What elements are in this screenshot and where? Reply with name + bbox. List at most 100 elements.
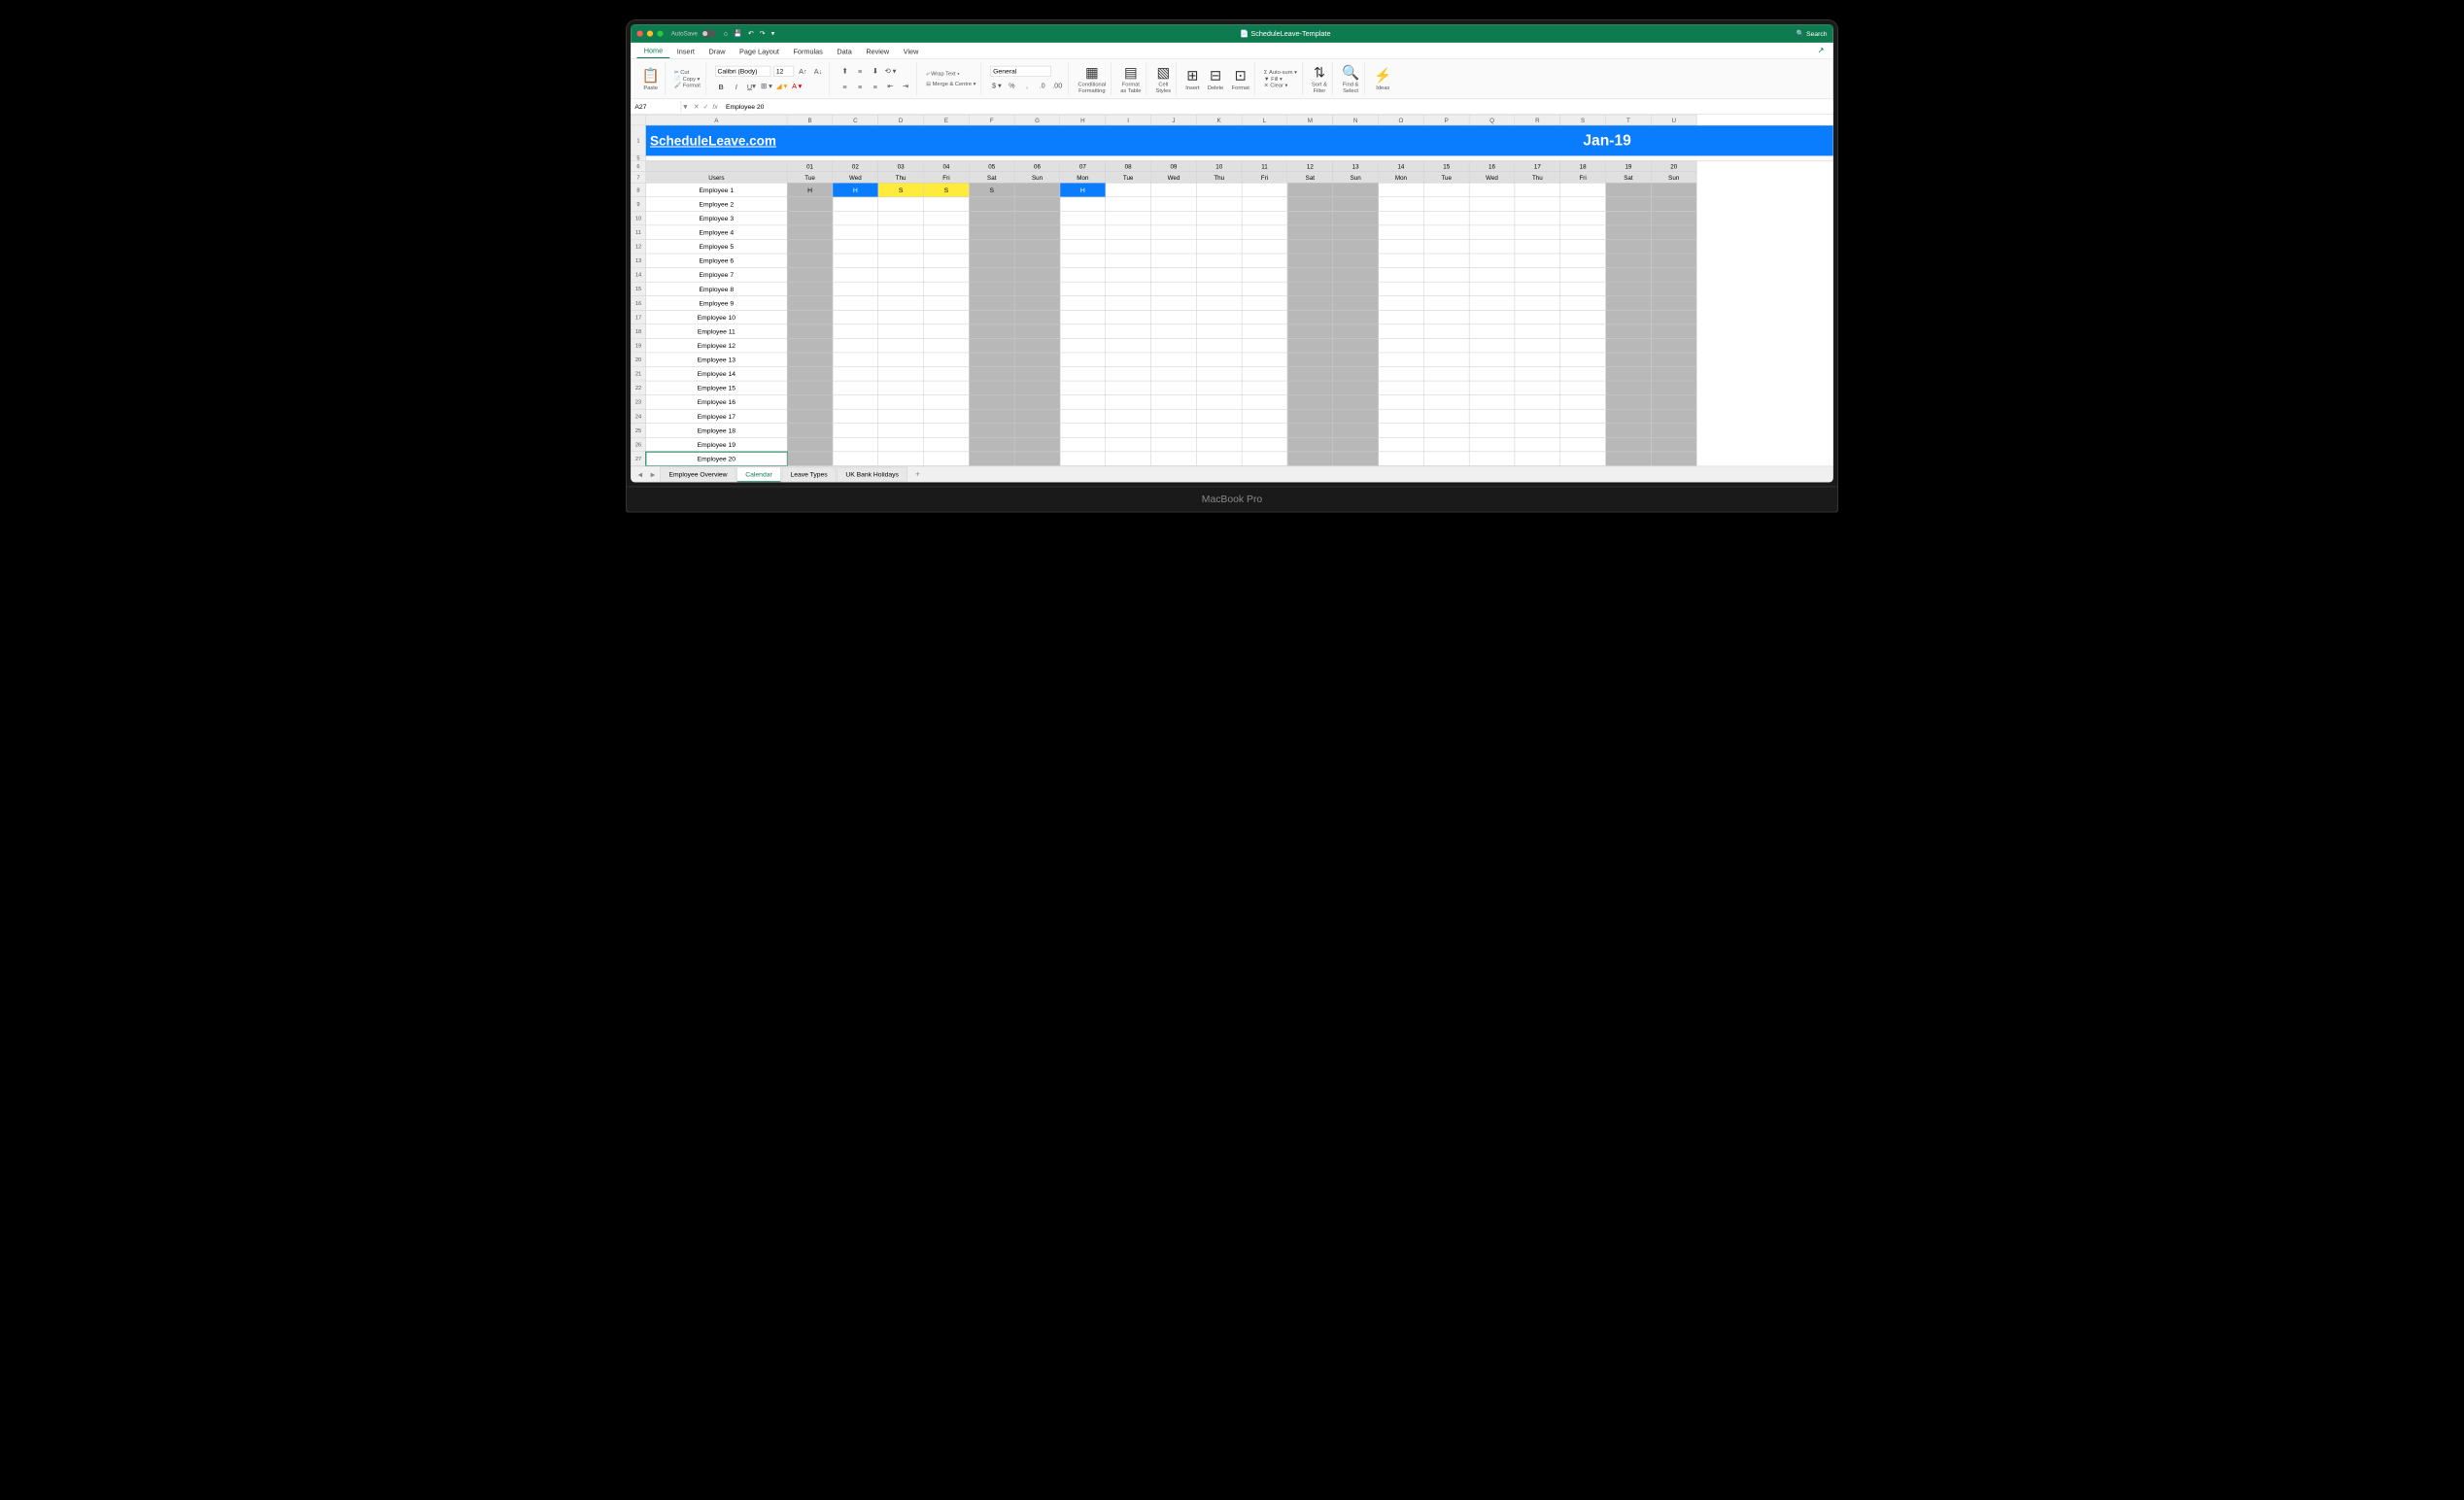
currency-icon[interactable]: $ ▾ (991, 80, 1003, 91)
copy-button[interactable]: 📄 Copy ▾ (674, 76, 701, 83)
leave-cell[interactable] (1469, 254, 1515, 268)
leave-cell[interactable] (878, 240, 924, 255)
leave-cell[interactable] (1197, 197, 1243, 212)
leave-cell[interactable] (1652, 452, 1697, 466)
leave-cell[interactable] (1333, 438, 1379, 453)
employee-name-cell[interactable]: Employee 16 (646, 395, 788, 410)
employee-name-cell[interactable]: Employee 17 (646, 409, 788, 424)
leave-cell[interactable] (1014, 353, 1060, 367)
increase-font-icon[interactable]: A↑ (797, 65, 808, 77)
leave-cell[interactable] (878, 311, 924, 325)
leave-cell[interactable] (1379, 353, 1424, 367)
leave-cell[interactable] (1469, 381, 1515, 395)
leave-cell[interactable] (1197, 254, 1243, 268)
leave-cell[interactable] (787, 452, 833, 466)
leave-cell[interactable] (1652, 311, 1697, 325)
leave-cell[interactable] (1469, 183, 1515, 197)
leave-cell[interactable] (924, 197, 970, 212)
employee-name-cell[interactable]: Employee 1 (646, 183, 788, 197)
leave-cell[interactable] (1469, 409, 1515, 424)
leave-cell[interactable] (878, 225, 924, 240)
leave-cell[interactable] (1151, 409, 1197, 424)
sheet-tab[interactable]: Employee Overview (661, 466, 736, 482)
row-header[interactable]: 10 (631, 212, 646, 226)
leave-cell[interactable] (970, 212, 1015, 226)
date-header[interactable]: 14 (1379, 161, 1424, 172)
number-format-select[interactable] (991, 66, 1051, 77)
fill-button[interactable]: ▼ Fill ▾ (1264, 76, 1283, 83)
leave-cell[interactable] (1333, 225, 1379, 240)
leave-cell[interactable] (1014, 282, 1060, 296)
leave-cell[interactable] (1287, 395, 1333, 410)
clear-button[interactable]: ✕ Clear ▾ (1264, 82, 1288, 88)
leave-cell[interactable] (1379, 197, 1424, 212)
bold-button[interactable]: B (715, 81, 727, 92)
day-header[interactable]: Thu (878, 172, 924, 183)
leave-cell[interactable] (833, 324, 878, 339)
leave-cell[interactable] (1652, 353, 1697, 367)
day-header[interactable]: Mon (1379, 172, 1424, 183)
leave-cell[interactable] (1197, 268, 1243, 283)
leave-cell[interactable] (1242, 438, 1287, 453)
leave-cell[interactable] (833, 438, 878, 453)
leave-cell[interactable] (1652, 324, 1697, 339)
column-header[interactable]: A (646, 115, 788, 125)
date-header[interactable]: 13 (1333, 161, 1379, 172)
row-header[interactable]: 17 (631, 311, 646, 325)
date-header[interactable]: 12 (1287, 161, 1333, 172)
leave-cell[interactable] (878, 268, 924, 283)
leave-cell[interactable] (924, 254, 970, 268)
leave-cell[interactable] (1515, 395, 1560, 410)
row-header[interactable]: 7 (631, 172, 646, 183)
paste-icon[interactable]: 📋 (642, 67, 660, 84)
leave-cell[interactable] (1106, 296, 1151, 311)
leave-cell[interactable] (924, 311, 970, 325)
leave-cell[interactable] (924, 282, 970, 296)
leave-cell[interactable] (1333, 452, 1379, 466)
leave-cell[interactable] (1515, 353, 1560, 367)
employee-name-cell[interactable]: Employee 11 (646, 324, 788, 339)
row-header[interactable]: 27 (631, 452, 646, 466)
employee-name-cell[interactable]: Employee 2 (646, 197, 788, 212)
row-header[interactable]: 23 (631, 395, 646, 410)
cancel-formula-icon[interactable]: ✕ (694, 103, 700, 111)
leave-cell[interactable] (1060, 225, 1106, 240)
search-box[interactable]: 🔍 Search (1797, 29, 1828, 37)
leave-cell[interactable] (787, 409, 833, 424)
row-header[interactable]: 1 (631, 125, 646, 155)
leave-cell[interactable] (1242, 409, 1287, 424)
leave-cell[interactable] (1106, 324, 1151, 339)
column-header[interactable]: G (1014, 115, 1060, 125)
leave-cell[interactable] (1515, 183, 1560, 197)
leave-cell[interactable] (1652, 424, 1697, 438)
leave-cell[interactable] (878, 197, 924, 212)
leave-cell[interactable] (1652, 296, 1697, 311)
leave-cell[interactable] (1424, 367, 1470, 382)
leave-cell[interactable] (1606, 282, 1652, 296)
ideas-group[interactable]: ⚡ Ideas (1369, 62, 1397, 96)
leave-cell[interactable] (970, 311, 1015, 325)
redo-icon[interactable]: ↷ (760, 29, 766, 37)
leave-cell[interactable] (970, 268, 1015, 283)
leave-cell[interactable] (1379, 324, 1424, 339)
leave-cell[interactable] (833, 268, 878, 283)
ribbon-tab-home[interactable]: Home (636, 43, 669, 58)
day-header[interactable]: Sun (1652, 172, 1697, 183)
leave-cell[interactable] (1652, 212, 1697, 226)
leave-cell[interactable] (1560, 339, 1606, 354)
leave-cell[interactable] (1606, 367, 1652, 382)
employee-name-cell[interactable]: Employee 12 (646, 339, 788, 354)
leave-cell[interactable] (1606, 452, 1652, 466)
font-size-select[interactable] (773, 66, 794, 77)
leave-cell[interactable] (1287, 339, 1333, 354)
date-header[interactable]: 15 (1424, 161, 1470, 172)
leave-cell[interactable] (1333, 212, 1379, 226)
date-header[interactable]: 17 (1515, 161, 1560, 172)
leave-cell[interactable] (833, 311, 878, 325)
leave-cell[interactable] (1060, 367, 1106, 382)
leave-cell[interactable] (1106, 225, 1151, 240)
leave-cell[interactable] (1469, 367, 1515, 382)
leave-cell[interactable] (924, 395, 970, 410)
leave-cell[interactable] (1606, 381, 1652, 395)
leave-cell[interactable] (1560, 268, 1606, 283)
